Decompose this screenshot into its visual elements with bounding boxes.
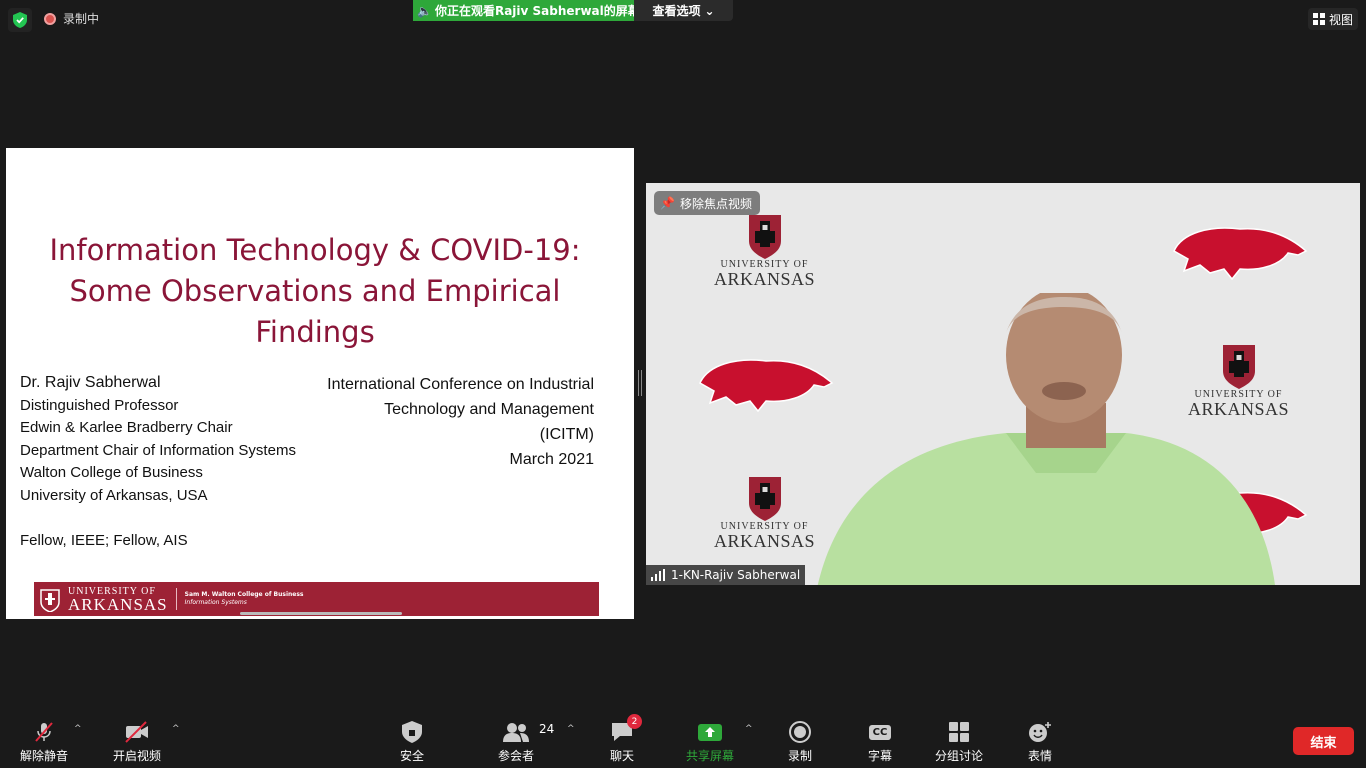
slide-scroll-indicator[interactable] xyxy=(240,612,402,615)
slide-title-line: Findings xyxy=(255,315,375,349)
record-label: 录制 xyxy=(788,749,813,763)
footer-department: Information Systems xyxy=(184,599,247,606)
closed-caption-label: 字幕 xyxy=(868,749,893,763)
grid-view-icon xyxy=(1312,13,1325,25)
audio-options-caret-icon[interactable]: ^ xyxy=(74,724,82,734)
credential-line: Distinguished Professor xyxy=(20,396,179,414)
footer-college: Sam M. Walton College of Business Inform… xyxy=(185,591,304,607)
ua-logo: UNIVERSITY OF ARKANSAS xyxy=(714,213,815,288)
logo-text-big: ARKANSAS xyxy=(714,269,816,289)
meeting-toolbar: 解除静音 ^ 开启视频 ^ 安全 24 参会者 ^ 2 聊天 共享屏幕 ^ 录制… xyxy=(0,712,1366,768)
muted-microphone-icon xyxy=(32,720,56,744)
participants-count: 24 xyxy=(539,722,555,736)
chat-button[interactable]: 2 聊天 xyxy=(610,714,642,764)
view-options-label: 查看选项 xyxy=(652,4,701,18)
credential-line: Department Chair of Information Systems xyxy=(20,441,296,459)
participants-icon: 24 xyxy=(503,720,554,744)
footer-separator xyxy=(175,588,177,610)
conference-info: International Conference on Industrial T… xyxy=(327,372,594,472)
participant-name: 1-KN-Rajiv Sabherwal xyxy=(671,568,801,582)
speaker-video[interactable]: UNIVERSITY OF ARKANSAS UNIVERSITY OF ARK… xyxy=(646,183,1360,585)
recording-indicator[interactable]: 录制中 xyxy=(44,10,99,27)
chevron-down-icon: ⌄ xyxy=(704,3,715,18)
conference-line: International Conference on Industrial xyxy=(327,376,594,393)
conference-line: Technology and Management xyxy=(384,401,594,418)
chat-label: 聊天 xyxy=(610,749,635,763)
share-screen-button[interactable]: 共享屏幕 xyxy=(686,720,734,764)
emoji-reaction-icon xyxy=(1028,720,1052,744)
chat-bubble-icon: 2 xyxy=(610,714,642,744)
record-icon xyxy=(789,720,811,744)
fellowship-line: Fellow, IEEE; Fellow, AIS xyxy=(20,532,188,549)
signal-strength-icon xyxy=(651,569,665,581)
participants-label: 参会者 xyxy=(498,749,535,763)
panel-resize-handle[interactable] xyxy=(638,370,642,396)
record-button[interactable]: 录制 xyxy=(788,720,812,764)
share-screen-icon xyxy=(698,720,722,744)
credential-line: University of Arkansas, USA xyxy=(20,486,208,504)
presenter-credentials: Dr. Rajiv Sabherwal Distinguished Profes… xyxy=(20,372,296,508)
video-off-icon xyxy=(124,720,150,744)
chat-unread-badge: 2 xyxy=(627,714,642,729)
cc-icon: CC xyxy=(868,720,892,744)
credential-line: Edwin & Karlee Bradberry Chair xyxy=(20,419,233,437)
cc-icon-text: CC xyxy=(868,724,892,740)
shield-icon xyxy=(402,720,422,744)
closed-caption-button[interactable]: CC 字幕 xyxy=(868,720,892,764)
view-label: 视图 xyxy=(1328,12,1353,27)
old-main-logo-icon xyxy=(40,589,60,612)
conference-date: March 2021 xyxy=(509,451,595,468)
end-meeting-button[interactable]: 结束 xyxy=(1293,727,1354,755)
old-main-crest-icon xyxy=(748,477,781,521)
video-options-caret-icon[interactable]: ^ xyxy=(172,724,180,734)
participants-button[interactable]: 24 参会者 xyxy=(498,720,554,764)
view-options-button[interactable]: 查看选项 ⌄ xyxy=(634,0,733,21)
old-main-crest-icon xyxy=(748,215,781,259)
recording-dot-icon xyxy=(44,12,56,25)
razorback-hog-icon xyxy=(1173,227,1308,281)
recording-label: 录制中 xyxy=(63,12,100,26)
unmute-label: 解除静音 xyxy=(20,749,69,763)
speaker-person xyxy=(817,293,1275,585)
credential-line: Walton College of Business xyxy=(20,464,203,482)
footer-college-name: Sam M. Walton College of Business xyxy=(184,591,304,598)
breakout-rooms-button[interactable]: 分组讨论 xyxy=(935,720,983,764)
start-video-label: 开启视频 xyxy=(113,749,162,763)
participants-options-caret-icon[interactable]: ^ xyxy=(567,724,575,734)
participant-name-tag: 1-KN-Rajiv Sabherwal xyxy=(646,565,806,585)
footer-university-big: ARKANSAS xyxy=(68,594,168,614)
slide-title: Information Technology & COVID-19: Some … xyxy=(6,230,624,353)
reactions-button[interactable]: 表情 xyxy=(1028,720,1052,764)
share-options-caret-icon[interactable]: ^ xyxy=(745,724,753,734)
viewing-banner-text: 你正在观看Rajiv Sabherwal的屏幕 xyxy=(434,4,634,18)
shared-screen-slide[interactable]: Information Technology & COVID-19: Some … xyxy=(6,148,634,619)
slide-title-line: Some Observations and Empirical xyxy=(69,274,561,308)
security-label: 安全 xyxy=(400,749,425,763)
reactions-label: 表情 xyxy=(1028,749,1053,763)
remove-spotlight-button[interactable]: 📌 移除焦点视频 xyxy=(654,191,760,215)
breakout-rooms-label: 分组讨论 xyxy=(935,749,984,763)
speaker-icon: 🔈 xyxy=(417,3,432,18)
slide-title-line: Information Technology & COVID-19: xyxy=(49,233,581,267)
slide-footer-banner: UNIVERSITY OF ARKANSAS Sam M. Walton Col… xyxy=(34,582,599,616)
security-shield-icon[interactable] xyxy=(8,8,32,32)
unmute-button[interactable]: 解除静音 xyxy=(20,720,68,764)
remove-spotlight-label: 移除焦点视频 xyxy=(679,196,752,211)
footer-university-wordmark: UNIVERSITY OF ARKANSAS xyxy=(68,586,168,613)
unpin-icon: 📌 xyxy=(660,196,675,210)
share-screen-label: 共享屏幕 xyxy=(686,749,735,763)
presenter-name: Dr. Rajiv Sabherwal xyxy=(20,374,161,391)
start-video-button[interactable]: 开启视频 xyxy=(113,720,161,764)
conference-line: (ICITM) xyxy=(539,426,594,443)
view-button[interactable]: 视图 xyxy=(1308,8,1358,30)
breakout-rooms-icon xyxy=(949,720,969,744)
viewing-screen-banner: 🔈 你正在观看Rajiv Sabherwal的屏幕 xyxy=(413,0,634,21)
security-button[interactable]: 安全 xyxy=(400,720,424,764)
